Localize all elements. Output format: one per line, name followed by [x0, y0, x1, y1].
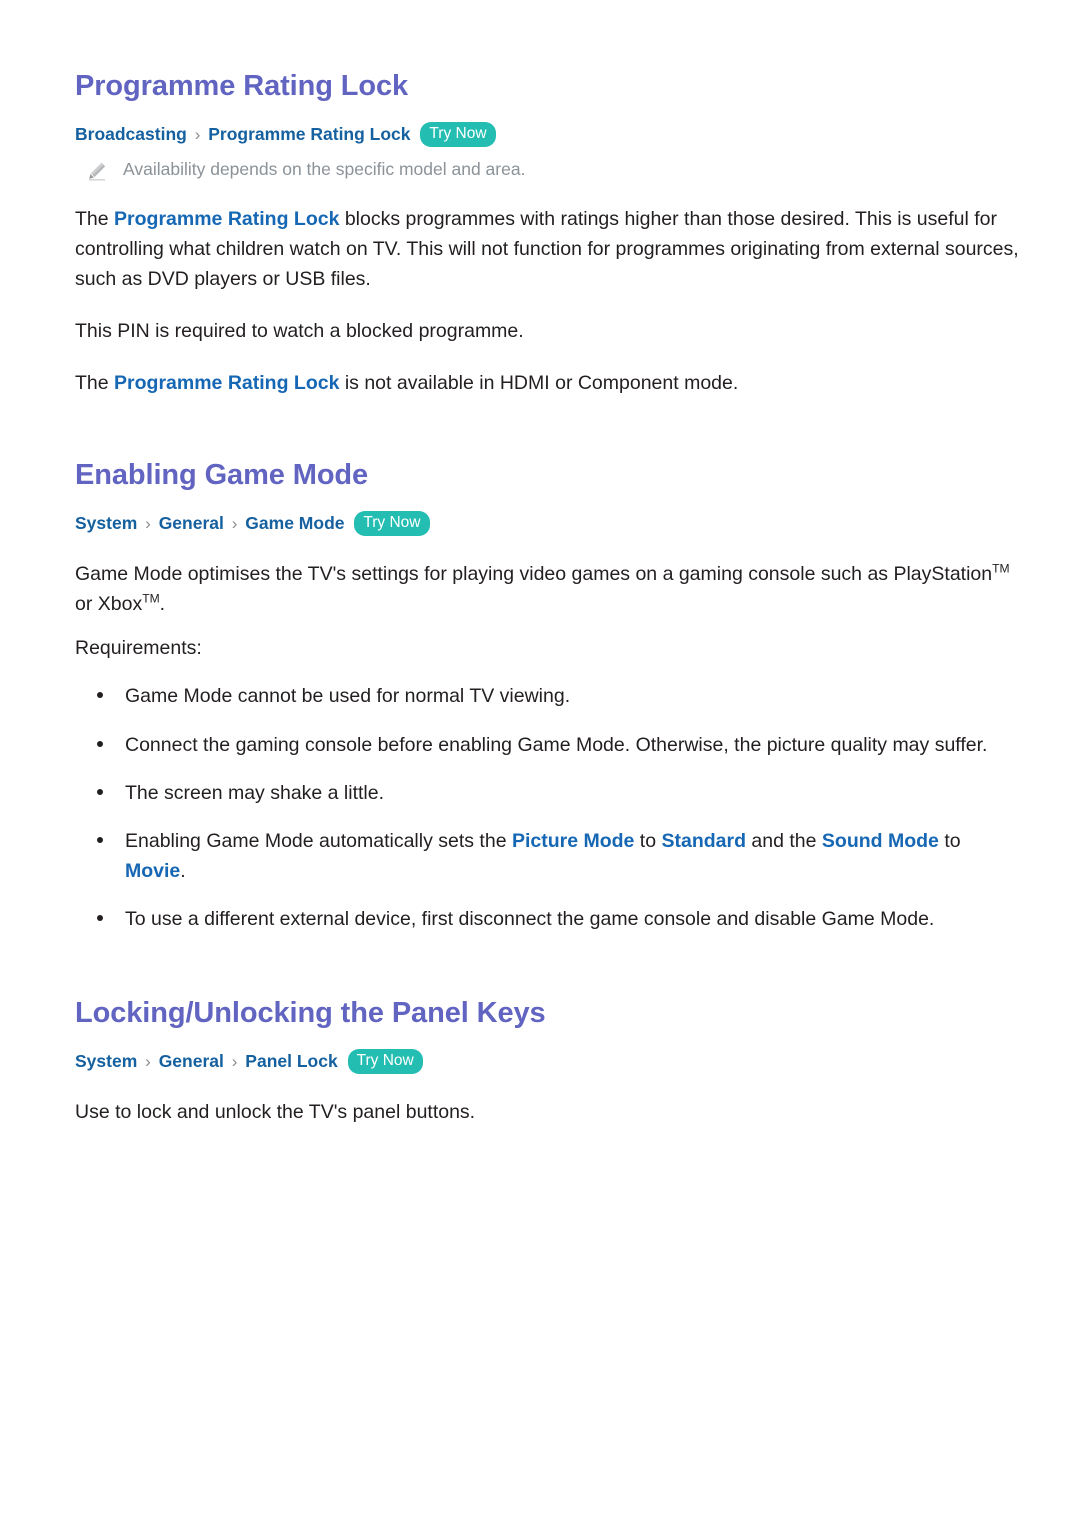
breadcrumb: System › General › Panel Lock Try Now [75, 1049, 1020, 1075]
inline-link[interactable]: Programme Rating Lock [114, 372, 339, 394]
text-run: To use a different external device, firs… [125, 908, 935, 931]
list-item-text: To use a different external device, firs… [125, 908, 934, 930]
text-run: This PIN is required to watch a blocked … [75, 320, 524, 343]
bullet-icon [97, 915, 103, 922]
try-now-badge[interactable]: Try Now [347, 1049, 423, 1074]
text-run: Game Mode optimises the TV's settings fo… [75, 562, 993, 585]
list-item-text: Enabling Game Mode automatically sets th… [125, 830, 961, 882]
bullet-icon [97, 740, 103, 747]
section-locking-unlocking-panel-keys: Locking/Unlocking the Panel Keys System … [75, 935, 1020, 1127]
list-item: The screen may shake a little. [75, 778, 1020, 808]
chevron-right-icon: › [145, 1051, 151, 1071]
breadcrumb-item-general[interactable]: General [159, 1051, 224, 1071]
text-run: Use to lock and unlock the TV's panel bu… [75, 1100, 476, 1123]
text-run: The [75, 207, 115, 230]
inline-link[interactable]: Sound Mode [822, 830, 939, 852]
requirements-list: Game Mode cannot be used for normal TV v… [75, 681, 1020, 934]
text-run: Enabling Game Mode automatically sets th… [125, 829, 512, 852]
breadcrumb-item-broadcasting[interactable]: Broadcasting [75, 124, 187, 144]
inline-link[interactable]: Programme Rating Lock [114, 208, 339, 230]
list-item: To use a different external device, firs… [75, 904, 1020, 934]
breadcrumb: Broadcasting › Programme Rating Lock Try… [75, 122, 1020, 148]
try-now-badge[interactable]: Try Now [354, 511, 430, 536]
chevron-right-icon: › [231, 1051, 238, 1071]
bullet-icon [97, 788, 103, 795]
page-title: Enabling Game Mode [75, 458, 369, 491]
text-run: Connect the gaming console before enabli… [125, 733, 988, 756]
text-run: and the [746, 829, 822, 852]
text-run: The screen may shake a little. [125, 781, 385, 804]
document-page: Programme Rating Lock Broadcasting › Pro… [0, 0, 1080, 1527]
text-run: . [159, 592, 166, 615]
list-item: Connect the gaming console before enabli… [75, 730, 1020, 760]
chevron-right-icon: › [145, 514, 151, 534]
text-run: or Xbox [75, 592, 143, 615]
list-item: Game Mode cannot be used for normal TV v… [75, 681, 1020, 711]
note-row: Availability depends on the specific mod… [75, 158, 1020, 182]
note-text: Availability depends on the specific mod… [123, 158, 526, 179]
breadcrumb: System › General › Game Mode Try Now [75, 511, 1020, 537]
paragraph: Game Mode optimises the TV's settings fo… [75, 559, 1020, 619]
paragraph: Use to lock and unlock the TV's panel bu… [75, 1097, 1020, 1127]
breadcrumb-item-game-mode[interactable]: Game Mode [245, 513, 344, 533]
list-item-text: Connect the gaming console before enabli… [125, 734, 987, 756]
chevron-right-icon: › [194, 125, 201, 145]
text-run: . [180, 860, 186, 883]
breadcrumb-item-system[interactable]: System [75, 1051, 137, 1071]
list-item-text: The screen may shake a little. [125, 782, 384, 804]
text-run: Game Mode cannot be used for normal TV v… [125, 685, 571, 708]
pencil-icon [87, 161, 107, 181]
page-title: Programme Rating Lock [75, 70, 409, 102]
try-now-badge[interactable]: Try Now [420, 122, 496, 147]
breadcrumb-item-programme-rating-lock[interactable]: Programme Rating Lock [208, 124, 410, 144]
paragraph: The Programme Rating Lock is not availab… [75, 368, 1020, 398]
section-enabling-game-mode: Enabling Game Mode System › General › Ga… [75, 399, 1020, 935]
page-title: Locking/Unlocking the Panel Keys [75, 996, 546, 1029]
breadcrumb-item-panel-lock[interactable]: Panel Lock [245, 1051, 337, 1071]
text-run: is not available in HDMI or Component mo… [339, 372, 739, 395]
bullet-icon [97, 692, 103, 699]
text-run: Requirements: [75, 637, 202, 660]
text-run: to [634, 829, 662, 852]
list-item: Enabling Game Mode automatically sets th… [75, 826, 1020, 886]
trademark-mark: TM [992, 561, 1010, 576]
text-run: The [75, 372, 115, 395]
chevron-right-icon: › [231, 514, 238, 534]
inline-link[interactable]: Movie [125, 860, 180, 882]
breadcrumb-item-general[interactable]: General [159, 513, 224, 533]
list-item-text: Game Mode cannot be used for normal TV v… [125, 685, 570, 707]
paragraph: The Programme Rating Lock blocks program… [75, 204, 1020, 295]
paragraph: This PIN is required to watch a blocked … [75, 316, 1020, 346]
text-run: to [938, 829, 961, 852]
breadcrumb-item-system[interactable]: System [75, 513, 137, 533]
bullet-icon [97, 836, 103, 843]
inline-link[interactable]: Picture Mode [512, 830, 634, 852]
section-programme-rating-lock: Programme Rating Lock Broadcasting › Pro… [75, 0, 1020, 399]
inline-link[interactable]: Standard [662, 830, 747, 852]
trademark-mark: TM [142, 591, 160, 606]
paragraph-requirements-label: Requirements: [75, 633, 1020, 663]
